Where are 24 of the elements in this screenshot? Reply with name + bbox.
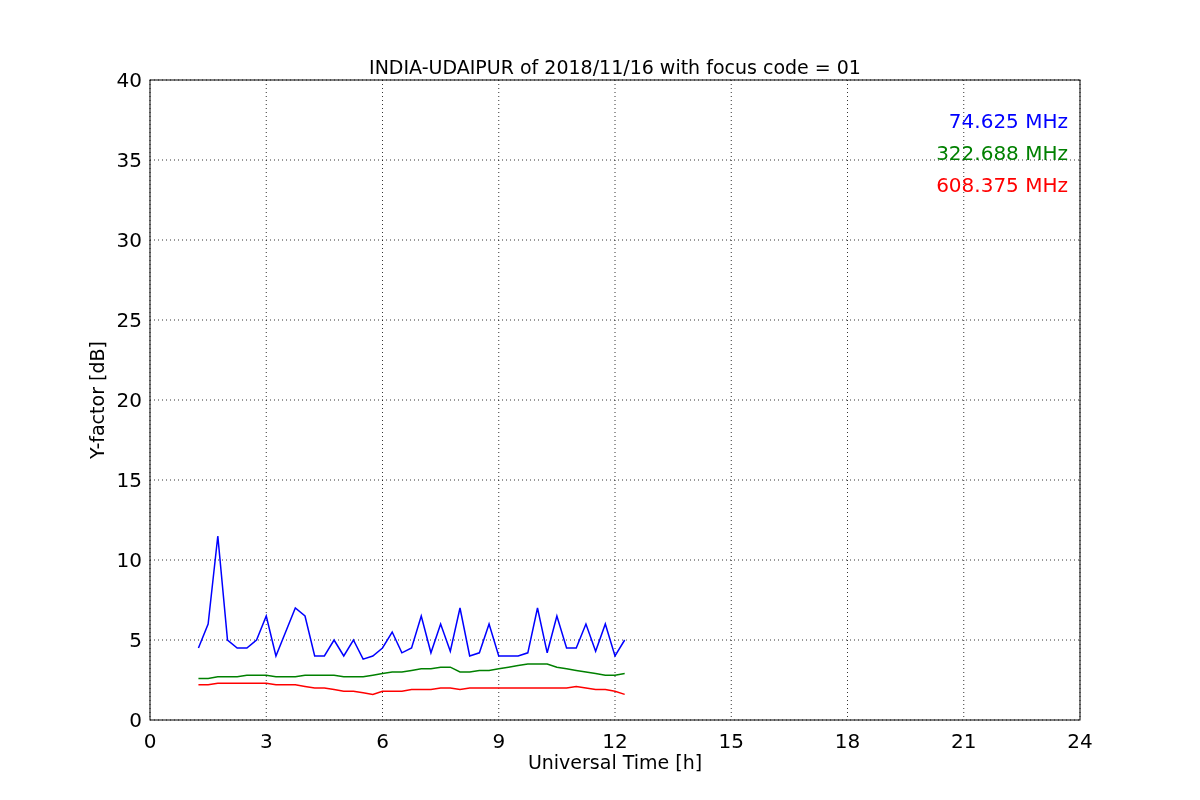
y-tick-label: 40 [116,68,142,92]
y-axis-label: Y-factor [dB] [86,341,108,459]
y-tick-label: 5 [129,628,142,652]
x-tick-label: 6 [376,729,389,753]
chart-title: INDIA-UDAIPUR of 2018/11/16 with focus code = 01 [369,56,861,78]
x-tick-label: 0 [143,729,157,753]
legend-label: 608.375 MHz [936,173,1068,197]
y-tick-label: 35 [116,148,142,172]
x-tick-label: 18 [834,729,861,753]
x-tick-label: 21 [951,729,977,753]
x-tick-label: 24 [1067,729,1093,753]
legend-label: 74.625 MHz [948,109,1068,133]
x-tick-label: 9 [492,729,506,753]
x-axis-label: Universal Time [h] [527,751,703,773]
x-tick-label: 15 [718,729,744,753]
y-tick-label: 25 [116,308,142,332]
legend-label: 322.688 MHz [936,141,1068,165]
x-tick-label: 12 [602,729,628,753]
y-tick-label: 10 [116,548,142,572]
y-tick-label: 20 [116,388,142,412]
x-tick-label: 3 [259,729,273,753]
y-tick-label: 0 [129,708,142,732]
y-tick-label: 15 [116,468,142,492]
y-tick-label: 30 [116,228,142,252]
